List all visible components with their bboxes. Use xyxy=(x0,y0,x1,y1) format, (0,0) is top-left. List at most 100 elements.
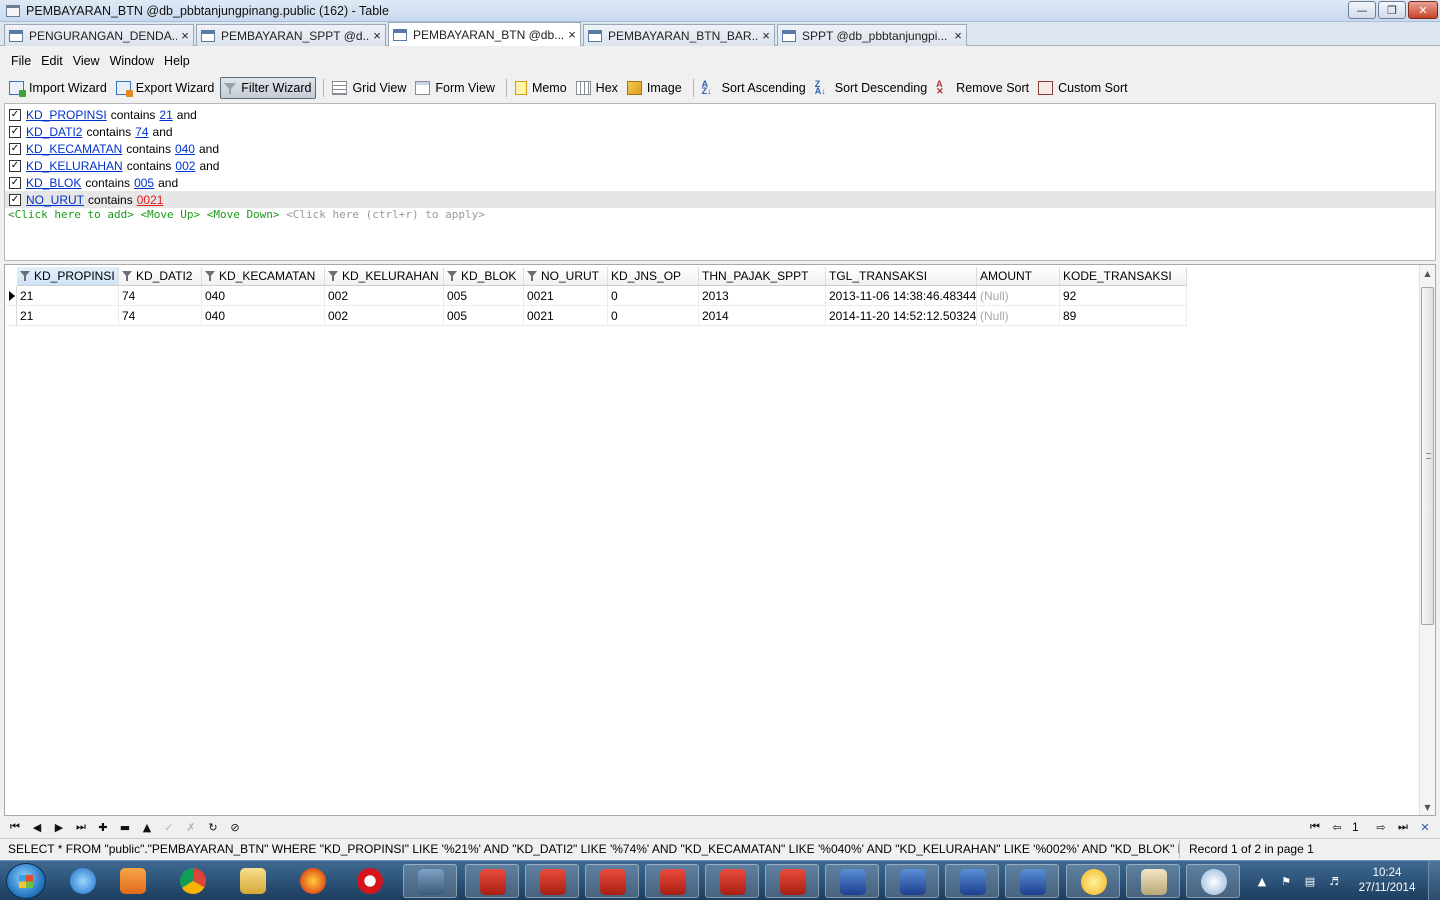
table-cell[interactable]: 002 xyxy=(325,306,444,326)
menu-help[interactable]: Help xyxy=(159,54,195,68)
vertical-scrollbar[interactable]: ▲ ▼ xyxy=(1419,265,1435,815)
menu-window[interactable]: Window xyxy=(105,54,159,68)
add-condition-link[interactable]: <Click here to add> xyxy=(8,208,134,221)
filter-field-link[interactable]: KD_DATI2 xyxy=(26,125,82,139)
export-wizard-button[interactable]: Export Wizard xyxy=(113,77,219,99)
table-cell[interactable]: 2013-11-06 14:38:46.483443 xyxy=(826,286,977,306)
sort-ascending-button[interactable]: A Z↓ Sort Ascending xyxy=(699,77,810,99)
sort-descending-button[interactable]: Z A↓ Sort Descending xyxy=(812,77,931,99)
filter-value-link[interactable]: 74 xyxy=(135,125,148,139)
first-record-icon[interactable]: ⏮ xyxy=(4,818,26,836)
post-record-icon[interactable]: ✓ xyxy=(158,818,180,836)
cancel-record-icon[interactable]: ✗ xyxy=(180,818,202,836)
column-header-kd-blok[interactable]: KD_BLOK xyxy=(444,267,524,286)
checkbox-checked-icon[interactable]: ✓ xyxy=(9,142,21,155)
table-cell[interactable]: 0021 xyxy=(524,306,608,326)
scrollbar-thumb[interactable] xyxy=(1421,287,1434,625)
previous-page-icon[interactable]: ⇦ xyxy=(1326,818,1348,836)
table-cell[interactable]: 0 xyxy=(608,286,699,306)
table-cell[interactable]: 040 xyxy=(202,286,325,306)
paint-icon[interactable] xyxy=(1186,864,1240,898)
action-center-icon[interactable]: ⚑ xyxy=(1279,874,1293,888)
remote-desktop-icon[interactable] xyxy=(945,864,999,898)
remove-sort-button[interactable]: A ✕ Remove Sort xyxy=(933,77,1033,99)
filter-field-link[interactable]: KD_KECAMATAN xyxy=(26,142,122,156)
table-cell[interactable]: 74 xyxy=(119,306,202,326)
filter-value-link[interactable]: 21 xyxy=(159,108,172,122)
filter-value-link[interactable]: 040 xyxy=(175,142,195,156)
restore-button[interactable]: ❐ xyxy=(1378,1,1406,19)
last-record-icon[interactable]: ⏭ xyxy=(70,818,92,836)
table-cell[interactable]: 040 xyxy=(202,306,325,326)
filter-field-link[interactable]: KD_KELURAHAN xyxy=(26,159,123,173)
close-button[interactable]: ✕ xyxy=(1408,1,1438,19)
import-wizard-button[interactable]: Import Wizard xyxy=(6,77,111,99)
firefox-icon[interactable] xyxy=(286,864,340,898)
network-icon[interactable]: ▤ xyxy=(1303,874,1317,888)
opera-icon[interactable] xyxy=(343,864,397,898)
form-view-button[interactable]: Form View xyxy=(412,77,499,99)
navicat-window-icon[interactable] xyxy=(525,864,579,898)
navicat-window-icon[interactable] xyxy=(465,864,519,898)
explorer-folder-icon[interactable] xyxy=(226,864,280,898)
table-cell[interactable]: 74 xyxy=(119,286,202,306)
close-icon[interactable]: × xyxy=(177,28,193,43)
table-cell[interactable]: 2013 xyxy=(699,286,826,306)
navicat-window-icon[interactable] xyxy=(765,864,819,898)
add-record-icon[interactable]: ✚ xyxy=(92,818,114,836)
show-hidden-icons-icon[interactable]: ▲ xyxy=(1255,874,1269,888)
filter-condition[interactable]: ✓ KD_KECAMATAN contains 040 and xyxy=(5,140,1435,157)
filter-field-link[interactable]: KD_PROPINSI xyxy=(26,108,107,122)
filter-condition[interactable]: ✓ KD_KELURAHAN contains 002 and xyxy=(5,157,1435,174)
column-header-kd-propinsi[interactable]: KD_PROPINSI xyxy=(17,267,119,286)
move-up-link[interactable]: <Move Up> xyxy=(140,208,200,221)
memo-button[interactable]: Memo xyxy=(512,77,571,99)
navicat-window-icon[interactable] xyxy=(645,864,699,898)
clock[interactable]: 10:24 27/11/2014 xyxy=(1346,866,1428,896)
column-header-no-urut[interactable]: NO_URUT xyxy=(524,267,608,286)
row-indicator[interactable] xyxy=(6,306,17,326)
filter-field-link[interactable]: NO_URUT xyxy=(26,193,84,207)
column-header-tgl-transaksi[interactable]: TGL_TRANSAKSI xyxy=(826,267,977,286)
close-icon[interactable]: × xyxy=(369,28,385,43)
scroll-down-arrow-icon[interactable]: ▼ xyxy=(1420,799,1435,815)
tab-pengurangan-denda[interactable]: PENGURANGAN_DENDA... × xyxy=(4,24,194,46)
remote-desktop-icon[interactable] xyxy=(825,864,879,898)
table-cell[interactable]: 2014-11-20 14:52:12.503246 xyxy=(826,306,977,326)
table-cell[interactable]: 89 xyxy=(1060,306,1187,326)
volume-icon[interactable]: ♬ xyxy=(1327,874,1341,888)
filter-value-link[interactable]: 005 xyxy=(134,176,154,190)
filter-wizard-button[interactable]: Filter Wizard xyxy=(220,77,317,99)
table-cell-null[interactable]: (Null) xyxy=(977,306,1060,326)
chrome-icon[interactable] xyxy=(166,864,220,898)
navicat-window-icon[interactable] xyxy=(585,864,639,898)
internet-explorer-icon[interactable] xyxy=(56,864,110,898)
filter-field-link[interactable]: KD_BLOK xyxy=(26,176,81,190)
remote-desktop-icon[interactable] xyxy=(1005,864,1059,898)
image-button[interactable]: Image xyxy=(624,77,686,99)
next-record-icon[interactable]: ▶ xyxy=(48,818,70,836)
custom-sort-button[interactable]: Custom Sort xyxy=(1035,77,1131,99)
first-page-icon[interactable]: ⏮ xyxy=(1304,818,1326,836)
media-player-icon[interactable] xyxy=(106,864,160,898)
start-button[interactable] xyxy=(6,863,46,899)
checkbox-checked-icon[interactable]: ✓ xyxy=(9,125,21,138)
table-cell[interactable]: 002 xyxy=(325,286,444,306)
column-header-thn-pajak-sppt[interactable]: THN_PAJAK_SPPT xyxy=(699,267,826,286)
filter-value-link[interactable]: 0021 xyxy=(137,193,164,207)
filter-condition[interactable]: ✓ KD_DATI2 contains 74 and xyxy=(5,123,1435,140)
minimize-button[interactable]: — xyxy=(1348,1,1376,19)
stop-icon[interactable]: ⊘ xyxy=(224,818,246,836)
checkbox-checked-icon[interactable]: ✓ xyxy=(9,193,21,206)
filter-value-link[interactable]: 002 xyxy=(175,159,195,173)
table-cell[interactable]: 0021 xyxy=(524,286,608,306)
grid-view-button[interactable]: Grid View xyxy=(329,77,410,99)
table-cell-null[interactable]: (Null) xyxy=(977,286,1060,306)
remote-desktop-icon[interactable] xyxy=(885,864,939,898)
column-header-kd-kelurahan[interactable]: KD_KELURAHAN xyxy=(325,267,444,286)
table-cell[interactable]: 005 xyxy=(444,286,524,306)
table-cell[interactable]: 005 xyxy=(444,306,524,326)
edit-record-icon[interactable]: ▲ xyxy=(136,818,158,836)
table-cell[interactable]: 0 xyxy=(608,306,699,326)
checkbox-checked-icon[interactable]: ✓ xyxy=(9,108,21,121)
